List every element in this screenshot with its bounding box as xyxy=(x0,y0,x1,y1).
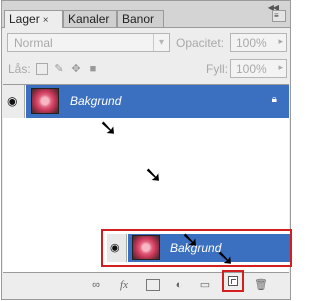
tab-kanaler-label: Kanaler xyxy=(68,12,110,26)
blend-mode-select[interactable]: Normal ▾ xyxy=(7,33,170,52)
opacity-label: Opacitet: xyxy=(176,36,225,50)
lock-transparency-icon[interactable] xyxy=(36,63,48,75)
lock-image-brush-icon[interactable]: ✎ xyxy=(53,63,65,75)
tab-lager[interactable]: Lager × xyxy=(4,10,63,28)
new-layer-button[interactable] xyxy=(222,270,244,292)
fill-label: Fyll: xyxy=(206,62,228,76)
tab-banor-label: Banor xyxy=(122,12,155,26)
add-mask-icon[interactable] xyxy=(146,279,160,291)
tab-banor[interactable]: Banor xyxy=(117,10,164,27)
blend-mode-value: Normal xyxy=(14,36,53,50)
blend-row: Normal ▾ Opacitet: 100% ▸ xyxy=(2,27,290,57)
fill-value: 100% xyxy=(236,62,267,76)
opacity-field[interactable]: 100% ▸ xyxy=(230,33,287,52)
lock-all-icon[interactable]: ■ xyxy=(87,63,99,75)
lock-row: Lås: ✎ ✥ ■ Fyll: 100% ▸ xyxy=(2,57,290,83)
add-style-fx-icon[interactable]: fx xyxy=(115,278,133,292)
layers-footer-toolbar: ∞ fx ◐ ▭ 🗑︎ xyxy=(0,272,288,298)
layer-thumbnail xyxy=(31,88,59,114)
lock-position-move-icon[interactable]: ✥ xyxy=(70,63,82,75)
new-group-folder-icon[interactable]: ▭ xyxy=(198,278,212,292)
eye-icon: ◉ xyxy=(7,94,18,108)
tab-bar: Lager × Kanaler Banor ◀◀ ≡ xyxy=(2,1,290,28)
lock-icon: 🔒︎ xyxy=(271,94,277,105)
adjustment-layer-icon[interactable]: ◐ xyxy=(172,278,186,292)
ghost-layer-thumbnail xyxy=(132,235,160,260)
drag-arrow-icon: ➘ xyxy=(216,245,235,270)
trash-icon[interactable]: 🗑︎ xyxy=(254,278,268,292)
lock-label: Lås: xyxy=(8,62,31,76)
layer-row[interactable]: ◉ Bakgrund 🔒︎ xyxy=(3,85,289,118)
chevron-down-icon: ▾ xyxy=(153,34,169,51)
drag-arrow-icon: ➘ xyxy=(99,115,118,140)
visibility-toggle[interactable]: ◉ xyxy=(3,85,25,118)
close-icon[interactable]: × xyxy=(43,15,49,26)
opacity-value: 100% xyxy=(236,36,267,50)
ghost-layer: Bakgrund xyxy=(128,234,290,262)
chevron-right-icon[interactable]: ▸ xyxy=(278,36,283,47)
new-layer-icon xyxy=(228,276,238,286)
chevron-right-icon[interactable]: ▸ xyxy=(278,62,283,73)
eye-icon: ◉ xyxy=(110,242,120,254)
drag-arrow-icon: ➘ xyxy=(144,162,163,187)
fill-field[interactable]: 100% ▸ xyxy=(230,59,287,78)
layer-selected[interactable]: Bakgrund 🔒︎ xyxy=(26,85,289,118)
drag-arrow-icon: ➘ xyxy=(181,227,200,252)
ghost-visibility-toggle: ◉ xyxy=(107,234,127,262)
tab-lager-label: Lager xyxy=(9,12,40,26)
link-layers-icon[interactable]: ∞ xyxy=(88,278,104,292)
layer-name[interactable]: Bakgrund xyxy=(70,94,121,108)
panel-menu-button[interactable]: ≡ xyxy=(272,10,286,22)
tab-kanaler[interactable]: Kanaler xyxy=(63,10,117,27)
menu-icon: ≡ xyxy=(274,11,279,20)
